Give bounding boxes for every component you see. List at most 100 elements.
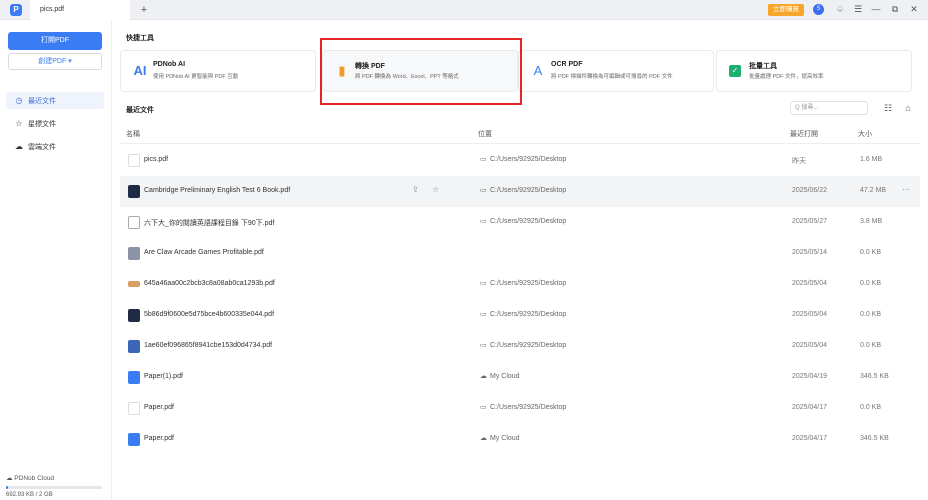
file-location[interactable]: C:/Users/92925/Desktop — [490, 311, 566, 318]
quick-tools-title: 快捷工具 — [126, 35, 154, 42]
cloud-icon: ☁ — [15, 142, 23, 151]
document-thumbnail-icon — [128, 216, 140, 229]
file-name: pics.pdf — [144, 156, 169, 163]
file-size: 0.0 KB — [860, 311, 882, 318]
image-strip-thumbnail-icon — [128, 281, 140, 287]
buy-now-button[interactable]: 立即購買 — [768, 4, 804, 16]
tool-description: 批量處理 PDF 文件，提高效率 — [749, 74, 824, 80]
main-content: 快捷工具 AI PDNob AI 使用 PDNob AI 更智能與 PDF 互動… — [112, 20, 928, 500]
file-location[interactable]: My Cloud — [490, 373, 520, 380]
file-location[interactable]: C:/Users/92925/Desktop — [490, 280, 566, 287]
bell-icon[interactable]: ♤ — [834, 3, 846, 16]
cloud-storage-fill — [6, 486, 8, 489]
file-name: 645a46aa00c2bcb3c8a08ab0ca1293b.pdf — [144, 280, 275, 287]
search-input[interactable]: Q 搜尋... — [790, 101, 868, 115]
sidebar-item-starred[interactable]: ☆ 星標文件 — [6, 115, 104, 132]
folder-view-icon[interactable]: ⌂ — [902, 102, 914, 114]
tool-title: 批量工具 — [749, 63, 777, 70]
share-icon[interactable]: ⇪ — [412, 185, 419, 194]
cloud-storage-usage: 692.93 KB / 2 GB — [6, 492, 53, 498]
file-row[interactable]: pics.pdf ▭ C:/Users/92925/Desktop 昨天 1.6 MB — [120, 145, 920, 176]
blank-page-thumbnail-icon — [128, 402, 140, 415]
file-row[interactable]: 5b86d9f0600e5d75bce4b600335e044.pdf ▭ C:/U… — [120, 300, 920, 331]
file-row[interactable]: Paper(1).pdf ☁ My Cloud 2025/04/19 346.5 KB — [120, 362, 920, 393]
maximize-icon[interactable]: ⧉ — [889, 3, 901, 16]
new-tab-button[interactable]: + — [138, 3, 150, 17]
file-row[interactable]: Paper.pdf ☁ My Cloud 2025/04/17 346.5 KB — [120, 424, 920, 455]
highlight-annotation-box — [320, 38, 522, 105]
batch-icon: ✓ — [729, 65, 741, 77]
file-size: 0.0 KB — [860, 280, 882, 287]
file-size: 3.8 MB — [860, 218, 883, 225]
file-location[interactable]: C:/Users/92925/Desktop — [490, 187, 566, 194]
sidebar-item-cloud[interactable]: ☁ 雲端文件 — [6, 138, 104, 155]
file-location[interactable]: My Cloud — [490, 435, 520, 442]
file-row[interactable]: 1ae60ef096865f8941cbe153d0d4734.pdf ▭ C:/U… — [120, 331, 920, 362]
sidebar: 打開PDF 創建PDF ▾ ◷ 最近文件 ☆ 星標文件 ☁ 雲端文件 ☁ PDNob … — [0, 20, 112, 500]
file-row[interactable]: Paper.pdf ▭ C:/Users/92925/Desktop 2025/04/… — [120, 393, 920, 424]
file-name: Cambridge Preliminary English Test 6 Boo… — [144, 187, 291, 194]
file-row[interactable]: Cambridge Preliminary English Test 6 Boo… — [120, 176, 920, 207]
file-name: Paper.pdf — [144, 435, 174, 442]
tool-card-batch[interactable]: ✓ 批量工具 批量處理 PDF 文件，提高效率 — [716, 50, 912, 92]
file-last-opened: 2025/04/17 — [792, 435, 828, 442]
ai-icon: AI — [133, 63, 147, 78]
file-size: 1.6 MB — [860, 156, 883, 163]
list-view-icon[interactable]: ☷ — [882, 102, 894, 114]
file-last-opened: 昨天 — [792, 158, 806, 165]
document-tab[interactable]: pics.pdf — [30, 0, 130, 20]
cloud-icon: ☁ — [480, 373, 487, 380]
file-last-opened: 2025/04/17 — [792, 404, 828, 411]
star-icon: ☆ — [15, 119, 23, 128]
file-name: Paper.pdf — [144, 404, 174, 411]
user-avatar[interactable]: S — [813, 4, 824, 15]
folder-icon: ▭ — [480, 280, 487, 287]
cloud-storage-label[interactable]: ☁ PDNob Cloud — [6, 474, 54, 482]
close-icon[interactable]: ✕ — [908, 3, 920, 16]
column-header-size[interactable]: 大小 — [858, 129, 872, 139]
sidebar-item-recent[interactable]: ◷ 最近文件 — [6, 92, 104, 109]
file-name: 1ae60ef096865f8941cbe153d0d4734.pdf — [144, 342, 273, 349]
file-size: 346.5 KB — [860, 373, 889, 380]
file-location[interactable]: C:/Users/92925/Desktop — [490, 218, 566, 225]
folder-icon: ▭ — [480, 156, 487, 163]
file-last-opened: 2025/05/04 — [792, 280, 828, 287]
sidebar-item-label: 雲端文件 — [28, 144, 56, 151]
pdf-logo-thumbnail-icon — [128, 371, 140, 384]
tool-title: OCR PDF — [551, 61, 583, 68]
header-divider — [120, 143, 920, 144]
sidebar-item-label: 最近文件 — [28, 98, 56, 105]
sidebar-item-label: 星標文件 — [28, 121, 56, 128]
column-header-last-opened[interactable]: 最近打開 — [790, 129, 818, 139]
star-icon[interactable]: ☆ — [432, 185, 439, 194]
ocr-icon: A — [533, 63, 543, 78]
file-name: 5b86d9f0600e5d75bce4b600335e044.pdf — [144, 311, 275, 318]
file-last-opened: 2025/05/27 — [792, 218, 828, 225]
folder-icon: ▭ — [480, 311, 487, 318]
file-location[interactable]: C:/Users/92925/Desktop — [490, 342, 566, 349]
file-row[interactable]: 六下大_你的閱讀英語課程目錄 下90下.pdf ▭ C:/Users/92925/D… — [120, 207, 920, 238]
column-header-location[interactable]: 位置 — [478, 129, 492, 139]
file-row[interactable]: Are Claw Arcade Games Profitable.pdf 2025… — [120, 238, 920, 269]
file-last-opened: 2025/05/14 — [792, 249, 828, 256]
tool-description: 使用 PDNob AI 更智能與 PDF 互動 — [153, 74, 239, 80]
create-pdf-button[interactable]: 創建PDF ▾ — [8, 53, 102, 70]
tool-card-ocr-pdf[interactable]: A OCR PDF 將 PDF 掃描件轉換為可編輯或可搜尋的 PDF 文件 — [518, 50, 714, 92]
clock-icon: ◷ — [15, 96, 23, 105]
menu-icon[interactable]: ☰ — [852, 3, 864, 16]
tool-card-pdnob-ai[interactable]: AI PDNob AI 使用 PDNob AI 更智能與 PDF 互動 — [120, 50, 316, 92]
file-row[interactable]: 645a46aa00c2bcb3c8a08ab0ca1293b.pdf ▭ C:/U… — [120, 269, 920, 300]
cloud-icon: ☁ — [480, 435, 487, 442]
file-size: 0.0 KB — [860, 342, 882, 349]
recent-files-title: 最近文件 — [126, 107, 154, 114]
file-last-opened: 2025/05/04 — [792, 311, 828, 318]
minimize-icon[interactable]: — — [870, 3, 882, 16]
file-location[interactable]: C:/Users/92925/Desktop — [490, 156, 566, 163]
column-header-name[interactable]: 名稱 — [126, 129, 140, 139]
file-size: 0.0 KB — [860, 249, 882, 256]
more-icon[interactable]: ⋯ — [902, 185, 910, 194]
file-location[interactable]: C:/Users/92925/Desktop — [490, 404, 566, 411]
cloud-storage-bar — [6, 486, 102, 489]
file-last-opened: 2025/05/04 — [792, 342, 828, 349]
open-pdf-button[interactable]: 打開PDF — [8, 32, 102, 50]
